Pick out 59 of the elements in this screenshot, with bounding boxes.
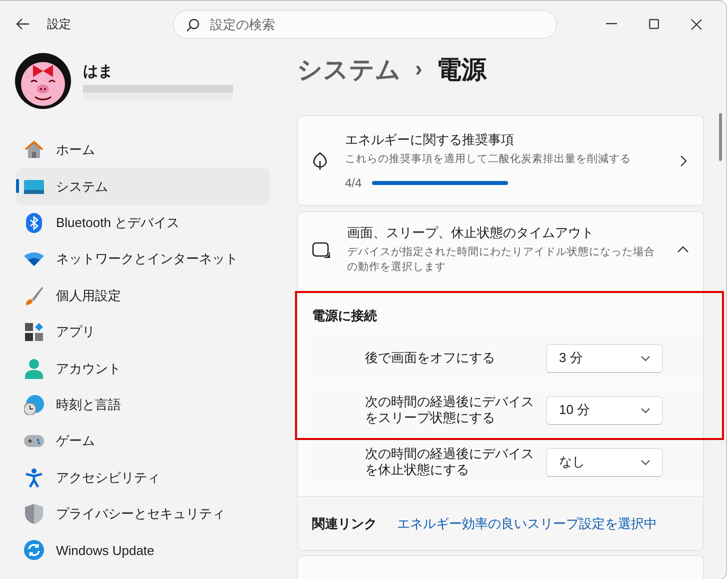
window-title: 設定 xyxy=(47,16,72,32)
nav-item[interactable]: 時刻と言語 xyxy=(16,386,270,424)
minimize-icon[interactable] xyxy=(606,23,617,25)
nav-item[interactable]: ネットワークとインターネット xyxy=(16,241,270,278)
back-arrow-icon[interactable] xyxy=(16,18,30,30)
nav-item[interactable]: プライバシーとセキュリティ xyxy=(16,496,270,532)
search-field[interactable]: 設定の検索 xyxy=(173,10,557,38)
monitor-icon xyxy=(24,180,44,194)
gamepad-icon xyxy=(24,435,44,448)
chevron-down-icon xyxy=(641,408,650,413)
dropdown[interactable]: なし xyxy=(546,448,663,477)
dropdown[interactable]: 10 分 xyxy=(546,396,663,425)
setting-label: 次の時間の経過後にデバイスをスリープ状態にする xyxy=(365,394,535,428)
chevron-down-icon xyxy=(641,460,650,465)
section-heading: 電源に接続 xyxy=(311,307,378,326)
apps-icon xyxy=(24,323,44,342)
setting-label: 次の時間の経過後にデバイスを休止状態にする xyxy=(365,446,535,480)
globe-clock-icon xyxy=(24,394,44,415)
card-title: エネルギーに関する推奨事項 xyxy=(345,131,515,150)
nav-item[interactable]: ゲーム xyxy=(16,423,270,460)
card-description: これらの推奨事項を適用して二酸化炭素排出量を削減する xyxy=(345,152,632,168)
bluetooth-icon xyxy=(24,212,44,233)
accessibility-icon xyxy=(24,468,44,488)
search-icon xyxy=(186,18,200,32)
page-title: 電源 xyxy=(436,54,486,86)
breadcrumb-link[interactable]: システム xyxy=(297,52,401,86)
shield-icon xyxy=(24,504,44,524)
nav-item[interactable]: アカウント xyxy=(16,350,270,387)
leaf-icon xyxy=(312,152,328,170)
nav-item[interactable]: 個人用設定 xyxy=(16,278,270,314)
related-link[interactable]: エネルギー効率の良いスリープ設定を選択中 xyxy=(397,514,657,533)
scrollbar[interactable] xyxy=(719,113,722,161)
related-links-label: 関連リンク xyxy=(312,514,377,533)
setting-label: 後で画面をオフにする xyxy=(365,350,496,367)
timeout-header[interactable]: 画面、スリープ、休止状態のタイムアウト デバイスが指定された時間にわたりアイドル状態になった場合の動作を選択します xyxy=(298,212,703,286)
chevron-right-icon xyxy=(680,154,687,166)
nav-item[interactable]: Windows Update xyxy=(16,532,270,569)
card-description: デバイスが指定された時間にわたりアイドル状態になった場合の動作を選択します xyxy=(347,245,656,276)
dropdown[interactable]: 3 分 xyxy=(546,344,663,373)
pig-avatar-drawing xyxy=(15,53,71,109)
sync-icon xyxy=(24,540,44,560)
person-icon xyxy=(24,358,44,379)
house-icon xyxy=(24,140,44,160)
card-title: 画面、スリープ、休止状態のタイムアウト xyxy=(347,224,595,242)
recommendations-card[interactable]: エネルギーに関する推奨事項 これらの推奨事項を適用して二酸化炭素排出量を削減する 4/4 xyxy=(297,115,704,206)
nav-item[interactable]: ホーム xyxy=(16,132,270,168)
close-icon[interactable] xyxy=(691,18,702,30)
nav-item[interactable]: システム xyxy=(16,168,270,205)
chevron-down-icon xyxy=(641,356,650,361)
user-name: はま xyxy=(83,62,114,81)
paintbrush-icon xyxy=(24,286,44,306)
progress-count: 4/4 xyxy=(345,176,362,190)
nav-item[interactable]: Bluetooth とデバイス xyxy=(16,204,270,242)
nav-item[interactable]: アプリ xyxy=(16,314,270,350)
wifi-icon xyxy=(24,252,44,266)
maximize-icon[interactable] xyxy=(649,19,659,29)
screen-moon-icon xyxy=(312,242,330,258)
nav-item[interactable]: アクセシビリティ xyxy=(16,460,270,496)
breadcrumb-separator: › xyxy=(415,56,422,82)
